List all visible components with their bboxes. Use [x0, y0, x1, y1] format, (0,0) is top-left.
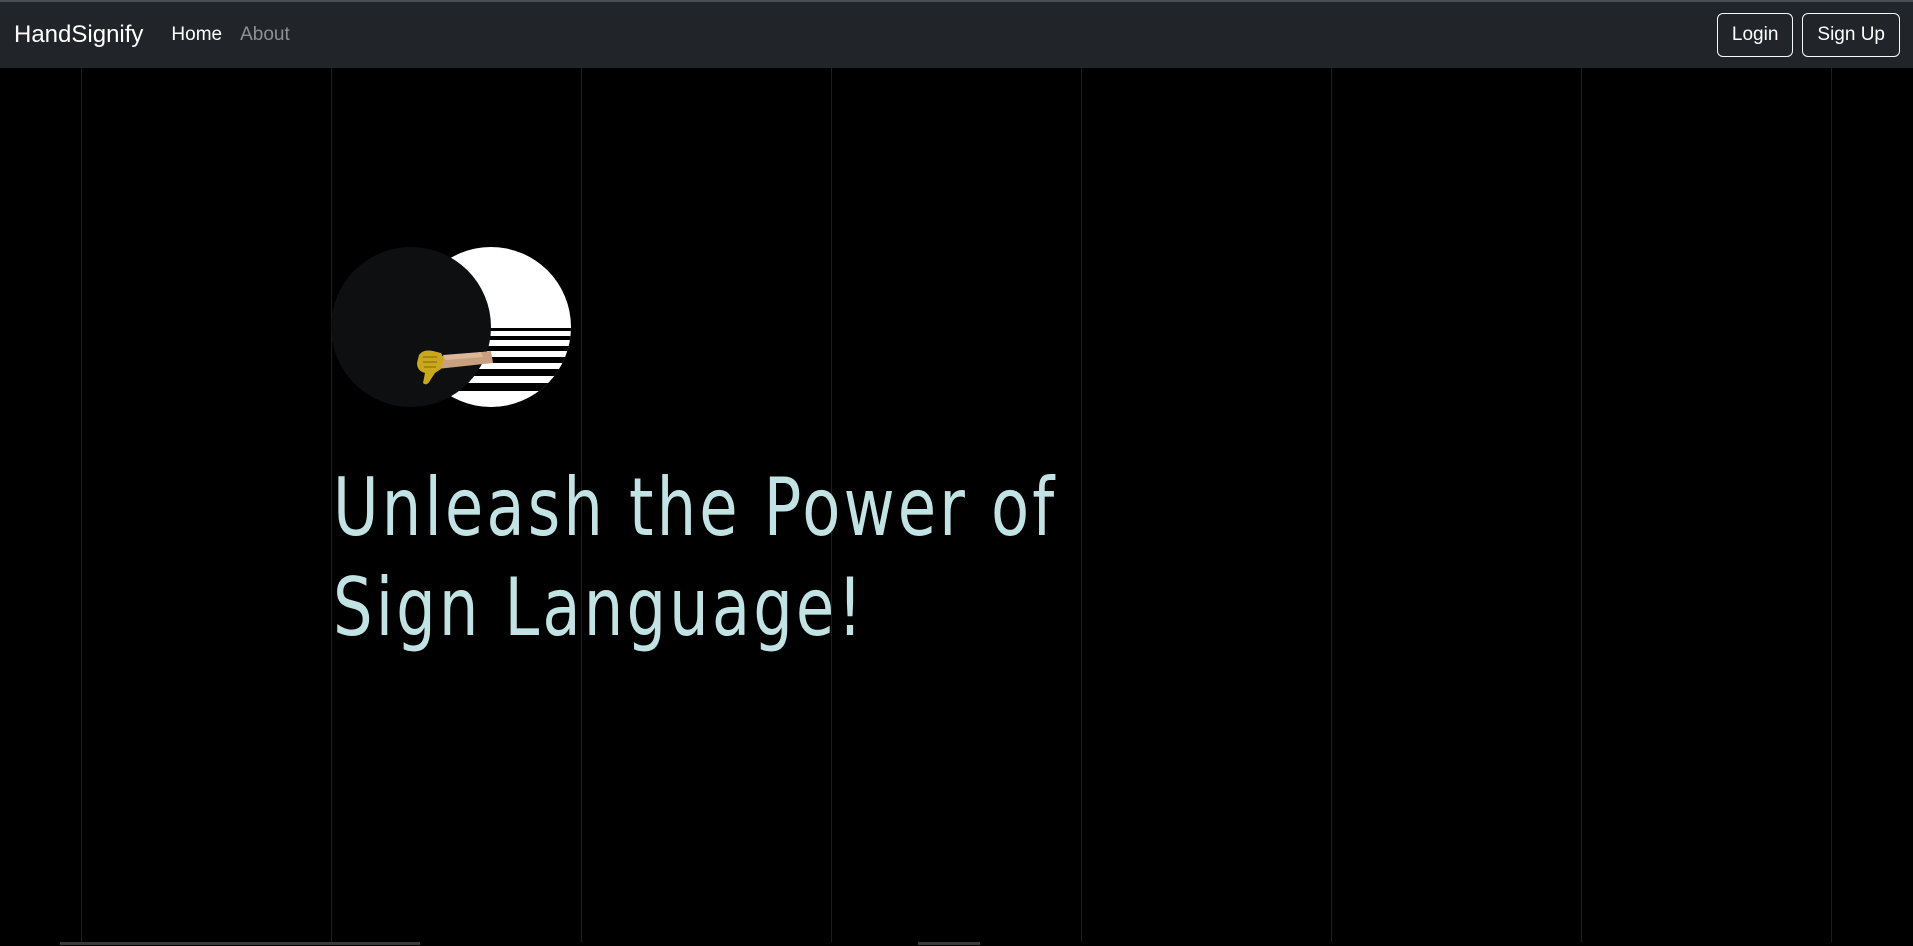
grid-divider — [1331, 68, 1332, 946]
grid-divider — [331, 68, 332, 946]
signup-button[interactable]: Sign Up — [1802, 13, 1900, 57]
scrollbar-thumb[interactable] — [60, 942, 420, 945]
nav-link-home[interactable]: Home — [171, 24, 222, 46]
top-navbar: HandSignify Home About Login Sign Up — [0, 0, 1913, 68]
nav-auth-buttons: Login Sign Up — [1716, 13, 1900, 57]
hand-thumbs-down-circle-logo — [331, 247, 571, 407]
horizontal-scrollbar[interactable] — [0, 942, 1913, 946]
grid-divider — [1081, 68, 1082, 946]
grid-divider — [1831, 68, 1832, 946]
hero-headline-line1: Unleash the Power of — [333, 461, 1058, 554]
grid-divider — [1581, 68, 1582, 946]
hero-headline: Unleash the Power of Sign Language! — [333, 458, 1054, 658]
nav-link-about[interactable]: About — [240, 24, 290, 46]
scrollbar-thumb[interactable] — [918, 942, 980, 945]
brand-logo-link[interactable]: HandSignify — [14, 21, 143, 49]
hero-section: Unleash the Power of Sign Language! — [0, 68, 1913, 946]
grid-divider — [81, 68, 82, 946]
hero-headline-line2: Sign Language! — [333, 561, 866, 654]
login-button[interactable]: Login — [1716, 13, 1794, 57]
